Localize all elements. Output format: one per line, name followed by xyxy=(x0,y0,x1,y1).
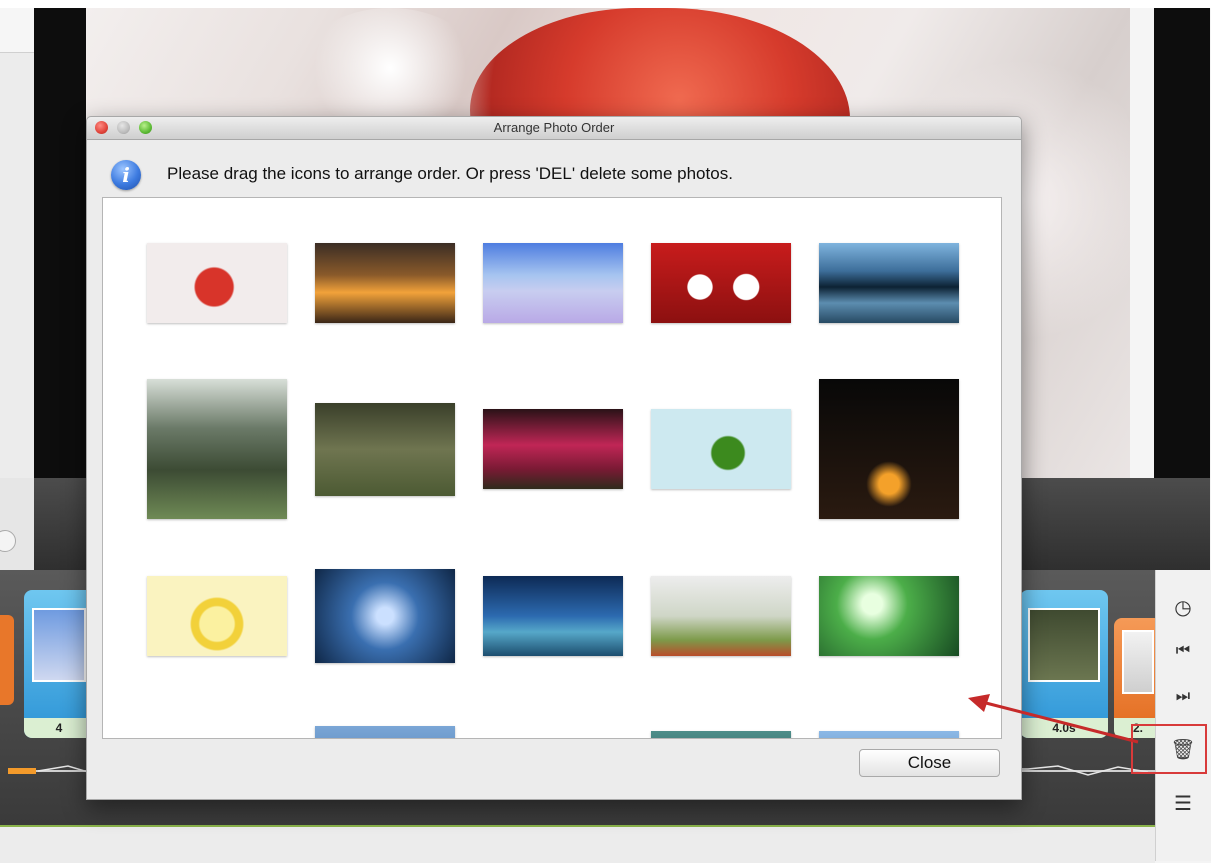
photo-thumbnail[interactable] xyxy=(651,731,791,738)
preview-splash xyxy=(300,8,480,128)
list-icon[interactable]: ☰ xyxy=(1166,786,1200,820)
photo-thumbnail[interactable] xyxy=(483,243,623,323)
clip-thumbnail xyxy=(32,608,86,682)
clip-thumbnail xyxy=(1028,608,1100,682)
skip-forward-icon[interactable]: ⏭ xyxy=(1166,680,1200,714)
timeline-clip-edge[interactable] xyxy=(0,615,14,705)
timeline-clip[interactable]: 4 xyxy=(24,590,94,738)
photo-thumbnail[interactable] xyxy=(315,726,455,738)
photo-thumbnail[interactable] xyxy=(819,379,959,519)
photo-thumbnail[interactable] xyxy=(315,569,455,663)
photo-thumbnail[interactable] xyxy=(315,243,455,323)
photo-thumbnail[interactable] xyxy=(147,243,287,323)
photo-thumbnail[interactable] xyxy=(819,576,959,656)
close-button[interactable]: Close xyxy=(859,749,1000,777)
photo-thumbnail[interactable] xyxy=(483,576,623,656)
photo-thumbnail[interactable] xyxy=(147,379,287,519)
photo-thumbnail[interactable] xyxy=(651,243,791,323)
clock-icon[interactable]: ◷ xyxy=(1166,590,1200,624)
photo-thumbnail[interactable] xyxy=(315,403,455,496)
photo-thumbnail[interactable] xyxy=(651,576,791,656)
left-panel-tab[interactable] xyxy=(0,8,34,53)
clip-duration: 4 xyxy=(24,718,94,738)
photo-grid xyxy=(102,197,1002,739)
dialog-title: Arrange Photo Order xyxy=(493,120,615,135)
photo-thumbnail[interactable] xyxy=(483,409,623,489)
bottom-status-strip xyxy=(0,825,1155,863)
dialog-titlebar[interactable]: Arrange Photo Order xyxy=(87,117,1021,140)
arrange-photo-order-dialog: Arrange Photo Order i Please drag the ic… xyxy=(86,116,1022,800)
preview-margin xyxy=(1130,8,1154,478)
left-panel xyxy=(0,8,35,478)
info-message: Please drag the icons to arrange order. … xyxy=(167,164,733,183)
app-top-edge xyxy=(0,0,1211,8)
clip-thumbnail xyxy=(1122,630,1154,694)
info-icon: i xyxy=(111,160,141,190)
photo-thumbnail[interactable] xyxy=(651,409,791,489)
photo-thumbnail[interactable] xyxy=(819,243,959,323)
annotation-arrow xyxy=(968,694,1139,744)
photo-thumbnail[interactable] xyxy=(819,731,959,738)
photo-thumbnail[interactable] xyxy=(147,576,287,656)
skip-back-icon[interactable]: ⏮ xyxy=(1166,634,1200,668)
left-controls xyxy=(0,478,34,570)
